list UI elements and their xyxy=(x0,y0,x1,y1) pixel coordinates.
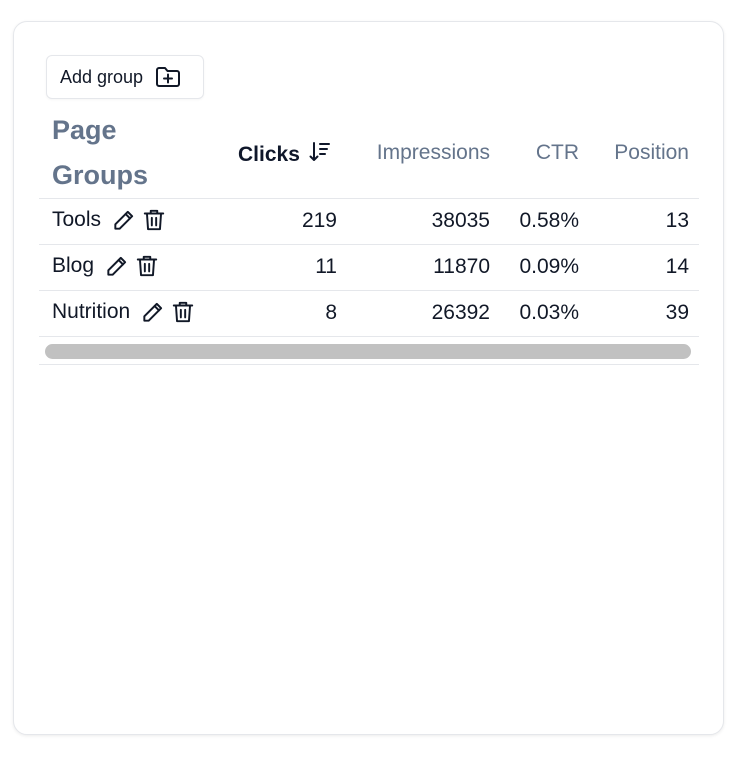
row-ctr: 0.58% xyxy=(519,209,579,232)
row-group-name: Blog xyxy=(52,254,95,277)
row-position: 14 xyxy=(665,255,689,278)
header-page-groups: Page Groups xyxy=(52,108,202,198)
horizontal-scroll-track[interactable] xyxy=(39,337,699,365)
sort-descending-icon xyxy=(300,140,332,170)
row-group-name: Tools xyxy=(52,208,102,231)
row-ctr: 0.03% xyxy=(519,301,579,324)
table-row: Nutrition 8 26392 0.03% 39 xyxy=(39,291,699,337)
table-row: Tools 219 38035 0.58% 13 xyxy=(39,199,699,245)
row-group-name-cell: Blog xyxy=(52,253,164,279)
add-group-label: Add group xyxy=(60,66,144,87)
pencil-icon[interactable] xyxy=(111,207,137,233)
table-row: Blog 11 11870 0.09% 14 xyxy=(39,245,699,291)
horizontal-scrollbar-thumb[interactable] xyxy=(45,344,691,359)
trash-icon[interactable] xyxy=(141,207,167,233)
pencil-icon[interactable] xyxy=(104,253,130,279)
row-group-name: Nutrition xyxy=(52,300,131,323)
header-page-groups-line1: Page xyxy=(52,115,117,145)
trash-icon[interactable] xyxy=(170,299,196,325)
row-ctr: 0.09% xyxy=(519,255,579,278)
header-impressions[interactable]: Impressions xyxy=(377,141,490,165)
row-clicks: 11 xyxy=(315,255,337,278)
row-impressions: 26392 xyxy=(431,301,490,324)
header-clicks[interactable]: Clicks xyxy=(238,140,332,170)
row-group-name-cell: Nutrition xyxy=(52,299,200,325)
row-position: 13 xyxy=(665,209,689,232)
pencil-icon[interactable] xyxy=(140,299,166,325)
row-impressions: 11870 xyxy=(433,255,490,278)
row-position: 39 xyxy=(665,301,689,324)
trash-icon[interactable] xyxy=(134,253,160,279)
add-group-button[interactable]: Add group xyxy=(46,55,204,99)
row-group-name-cell: Tools xyxy=(52,207,171,233)
table-header: Page Groups Clicks Impressions CTR Posit… xyxy=(39,108,699,199)
header-ctr[interactable]: CTR xyxy=(536,141,579,165)
row-impressions: 38035 xyxy=(431,209,490,232)
folder-plus-icon xyxy=(155,66,181,88)
page-groups-card: Add group Page Groups Clicks Impressions… xyxy=(13,21,724,735)
page-groups-table: Page Groups Clicks Impressions CTR Posit… xyxy=(39,108,699,365)
row-clicks: 8 xyxy=(325,301,337,324)
row-clicks: 219 xyxy=(301,209,337,232)
header-position[interactable]: Position xyxy=(614,141,689,165)
header-page-groups-line2: Groups xyxy=(52,160,149,190)
header-clicks-label: Clicks xyxy=(238,143,300,166)
